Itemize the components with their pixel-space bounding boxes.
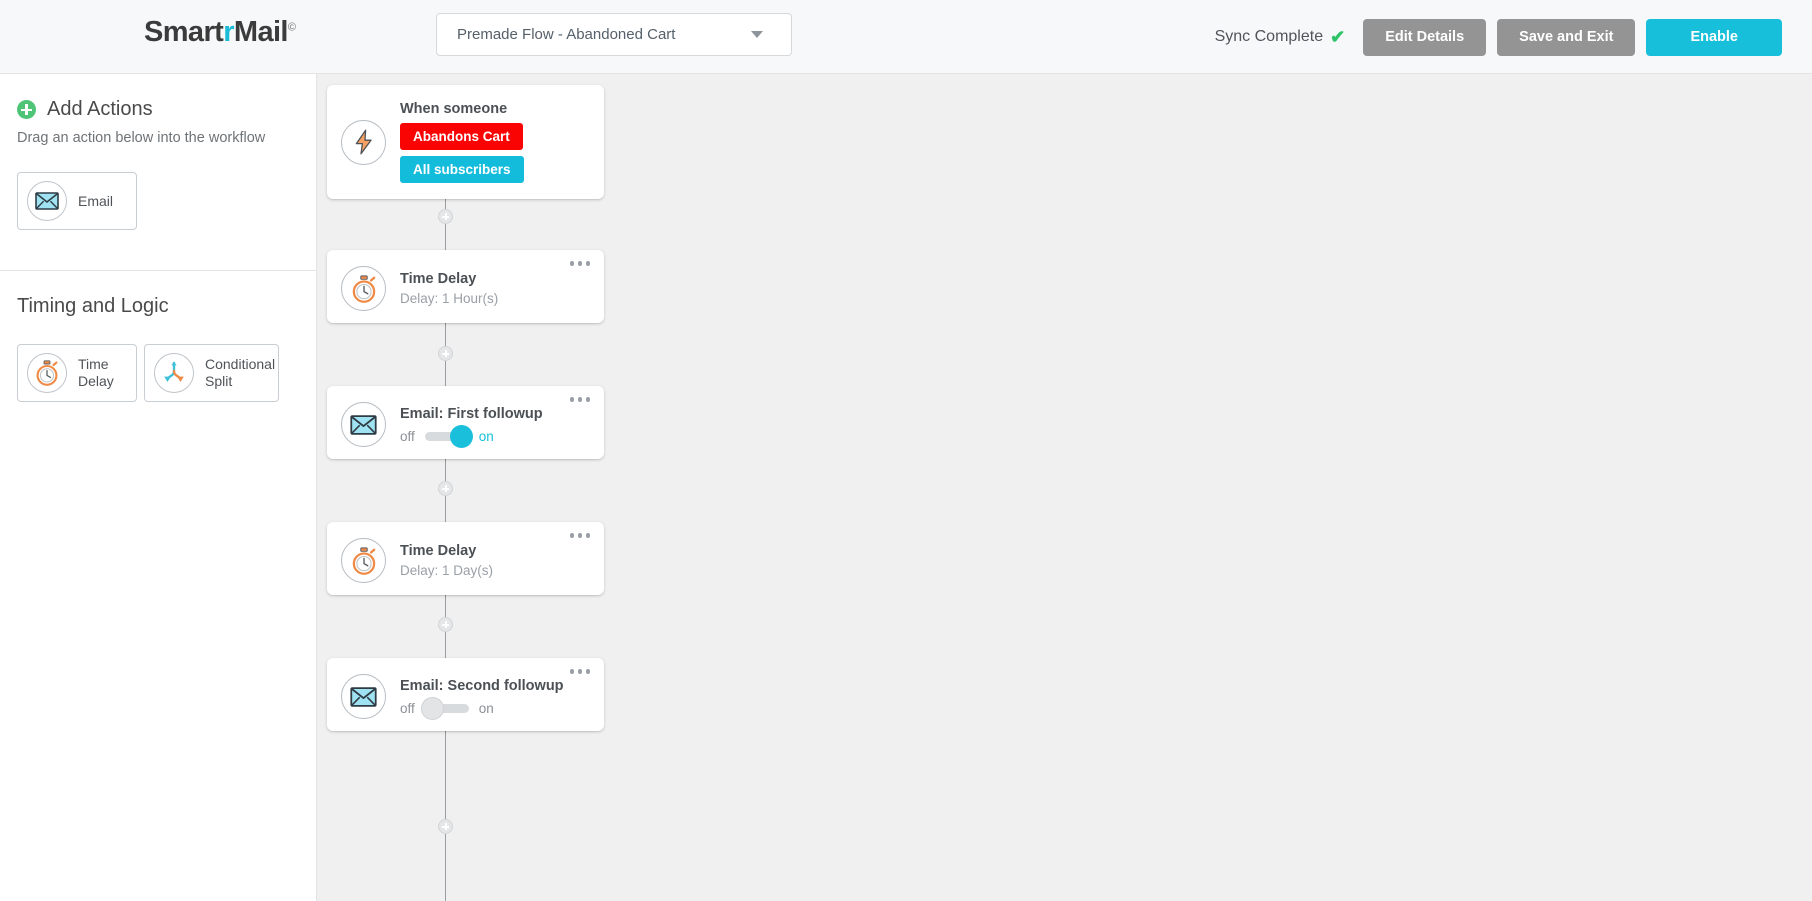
app-header: SmartrMail© Premade Flow - Abandoned Car… (0, 0, 1812, 74)
split-arrows-icon-glyph (164, 361, 184, 382)
stopwatch-icon-glyph (352, 546, 375, 575)
logo-registered-mark: © (287, 21, 296, 34)
status-badge-event[interactable]: Abandons Cart (400, 123, 523, 150)
timing-palette: Time Delay Conditional Split (17, 344, 316, 402)
workflow-node-email-first[interactable]: Email: First followup off on (327, 386, 604, 459)
add-step-icon[interactable] (438, 481, 453, 496)
add-actions-header: Add Actions (17, 98, 316, 121)
envelope-icon-glyph (35, 192, 59, 210)
ellipsis-icon[interactable] (569, 669, 590, 674)
delay-node-body: Time Delay Delay: 1 Hour(s) (400, 271, 590, 306)
delay-node-body: Time Delay Delay: 1 Day(s) (400, 543, 590, 578)
workflow-node-time-delay-2[interactable]: Time Delay Delay: 1 Day(s) (327, 522, 604, 595)
envelope-icon (341, 402, 386, 447)
delay-node-subtitle: Delay: 1 Hour(s) (400, 291, 499, 306)
trigger-node-title: When someone (400, 101, 508, 117)
connector-line-5 (445, 731, 446, 901)
add-actions-title: Add Actions (47, 98, 153, 120)
email-node-content: Email: Second followup off on (327, 658, 604, 735)
workflow-node-email-second[interactable]: Email: Second followup off on (327, 658, 604, 731)
stopwatch-icon (27, 353, 67, 393)
email-node-body: Email: First followup off on (400, 405, 590, 448)
email-node-title: Email: Second followup (400, 677, 564, 694)
workflow-node-trigger[interactable]: When someone Abandons Cart All subscribe… (327, 85, 604, 199)
action-palette: Email (17, 172, 316, 230)
toggle-off-label: off (400, 700, 415, 716)
add-step-icon[interactable] (438, 209, 453, 224)
edit-details-button[interactable]: Edit Details (1363, 18, 1487, 56)
add-step-icon[interactable] (438, 346, 453, 361)
stopwatch-icon (341, 538, 386, 583)
lightning-bolt-icon-glyph (355, 129, 372, 155)
smartrmail-logo: SmartrMail© (144, 16, 296, 49)
stopwatch-icon (341, 266, 386, 311)
lightning-bolt-icon (341, 119, 386, 165)
add-actions-subtitle: Drag an action below into the workflow (17, 130, 266, 146)
add-step-icon[interactable] (438, 819, 453, 834)
delay-node-title: Time Delay (400, 271, 477, 287)
email-enable-toggle[interactable] (424, 424, 473, 448)
flow-selector-label: Premade Flow - Abandoned Cart (457, 26, 676, 43)
email-enable-toggle-row: off on (400, 424, 590, 448)
logo-text-part1: Smart (144, 16, 224, 48)
cond-split-line2: Split (205, 373, 233, 389)
ellipsis-icon[interactable] (569, 533, 590, 538)
delay-node-title: Time Delay (400, 543, 477, 559)
sync-status-label: Sync Complete (1214, 28, 1324, 45)
trigger-badges: Abandons Cart All subscribers (400, 117, 590, 183)
logo-text-part2: Mail (233, 16, 289, 48)
email-enable-toggle[interactable] (420, 696, 469, 720)
toggle-knob (449, 424, 473, 448)
email-node-content: Email: First followup off on (327, 386, 604, 463)
ellipsis-icon[interactable] (569, 261, 590, 266)
cond-split-line1: Conditional (205, 356, 276, 373)
toggle-on-label: on (478, 700, 494, 716)
trigger-node-body: When someone Abandons Cart All subscribe… (400, 101, 590, 183)
email-node-body: Email: Second followup off on (400, 677, 590, 720)
trigger-node-content: When someone Abandons Cart All subscribe… (327, 85, 604, 199)
stopwatch-icon-glyph (36, 360, 58, 386)
header-actions: Sync Complete ✔ Edit Details Save and Ex… (1215, 0, 1782, 74)
email-enable-toggle-row: off on (400, 696, 590, 720)
toggle-off-label: off (400, 428, 415, 444)
ellipsis-icon[interactable] (569, 397, 590, 402)
actions-sidebar: Add Actions Drag an action below into th… (0, 74, 317, 901)
workflow-canvas[interactable]: When someone Abandons Cart All subscribe… (317, 74, 1812, 901)
palette-item-conditional-split[interactable]: Conditional Split (144, 344, 279, 402)
flow-selector-dropdown[interactable]: Premade Flow - Abandoned Cart (436, 13, 792, 56)
sync-status: Sync Complete ✔ (1215, 28, 1346, 46)
email-node-title: Email: First followup (400, 405, 543, 422)
save-and-exit-button[interactable]: Save and Exit (1497, 18, 1636, 56)
envelope-icon-glyph (350, 686, 377, 707)
palette-item-email[interactable]: Email (17, 172, 137, 230)
envelope-icon (27, 181, 67, 221)
toggle-on-label: on (478, 428, 494, 444)
workflow-node-time-delay-1[interactable]: Time Delay Delay: 1 Hour(s) (327, 250, 604, 323)
enable-button[interactable]: Enable (1646, 18, 1782, 56)
palette-item-conditional-split-label: Conditional Split (205, 356, 275, 390)
delay-node-content: Time Delay Delay: 1 Day(s) (327, 522, 604, 599)
delay-node-content: Time Delay Delay: 1 Hour(s) (327, 250, 604, 327)
palette-item-email-label: Email (78, 192, 114, 209)
status-badge-audience[interactable]: All subscribers (400, 156, 524, 183)
toggle-knob (420, 696, 444, 720)
chevron-down-icon (751, 31, 763, 38)
sidebar-divider (0, 270, 316, 271)
timing-logic-title: Timing and Logic (17, 295, 169, 317)
envelope-icon (341, 674, 386, 719)
palette-item-time-delay-label: Time Delay (78, 356, 114, 389)
add-step-icon[interactable] (438, 617, 453, 632)
check-icon: ✔ (1330, 27, 1346, 47)
plus-circle-icon (17, 100, 36, 119)
logo-text-accent: r (223, 16, 234, 48)
envelope-icon-glyph (350, 414, 377, 435)
stopwatch-icon-glyph (352, 274, 375, 303)
palette-item-time-delay[interactable]: Time Delay (17, 344, 137, 402)
split-arrows-icon (154, 353, 194, 393)
delay-node-subtitle: Delay: 1 Day(s) (400, 563, 494, 578)
